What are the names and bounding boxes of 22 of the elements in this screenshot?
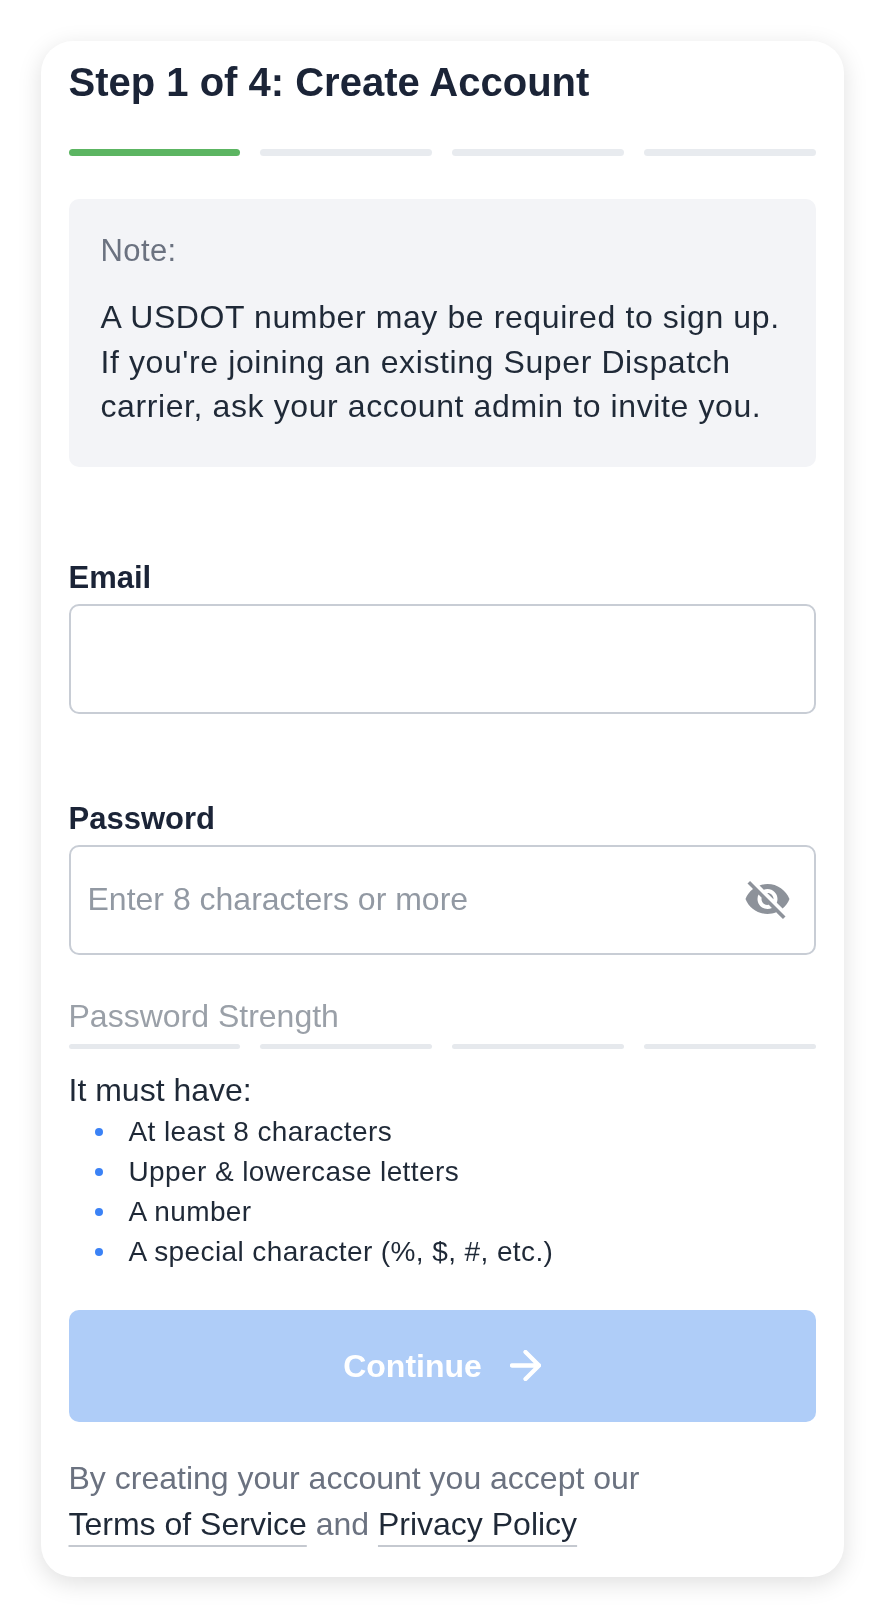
note-label: Note: <box>100 232 178 270</box>
password-label: Password <box>68 800 216 837</box>
bullet-icon <box>94 1247 103 1256</box>
requirement-text: Upper & lowercase letters <box>128 1154 460 1189</box>
email-field[interactable] <box>68 603 816 714</box>
requirement-text: A special character (%, $, #, etc.) <box>128 1234 554 1269</box>
requirements-heading: It must have: <box>68 1070 253 1110</box>
arrow-right-icon <box>509 1350 541 1381</box>
email-label: Email <box>68 559 153 596</box>
note-text: A USDOT number may be required to sign up. If you're joining an existing Super Dispatch carrier, ask your account admin to invite you. <box>100 298 781 426</box>
requirement-text: At least 8 characters <box>128 1114 393 1149</box>
step-title: Step 1 of 4: Create Account <box>68 59 591 105</box>
eye-off-icon[interactable] <box>744 880 790 919</box>
bullet-icon <box>94 1127 103 1136</box>
bullet-icon <box>94 1207 103 1216</box>
password-field[interactable]: Enter 8 characters or more <box>68 844 816 955</box>
bullet-icon <box>94 1167 103 1176</box>
terms-notice: By creating your account you accept our Terms of Service and Privacy Policy <box>68 1458 641 1544</box>
strength-label: Password Strength <box>68 996 340 1036</box>
privacy-link[interactable]: Privacy Policy <box>377 1505 578 1542</box>
requirement-text: A number <box>128 1194 252 1229</box>
terms-link[interactable]: Terms of Service <box>68 1505 307 1542</box>
